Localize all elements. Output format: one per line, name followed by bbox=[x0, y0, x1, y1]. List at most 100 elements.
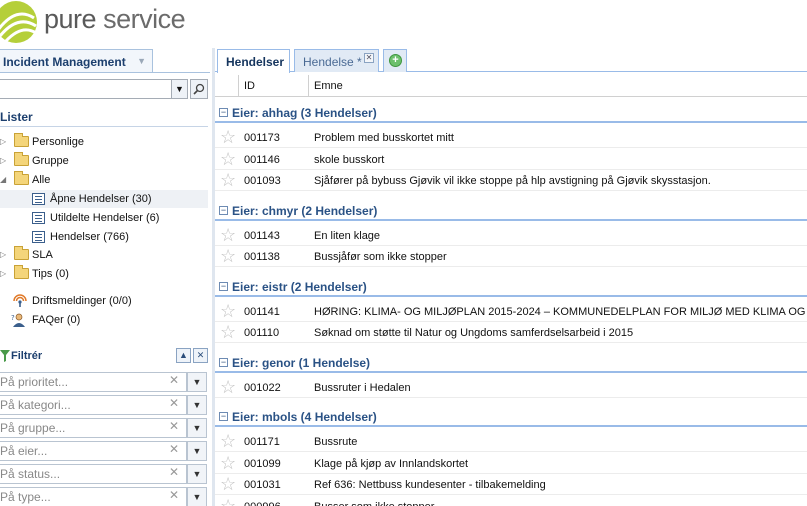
chevron-down-icon[interactable]: ▼ bbox=[187, 441, 207, 461]
chevron-down-icon[interactable]: ▼ bbox=[187, 372, 207, 392]
search-icon[interactable] bbox=[190, 79, 208, 99]
chevron-down-icon[interactable]: ▼ bbox=[187, 418, 207, 438]
star-icon[interactable]: ☆ bbox=[220, 378, 236, 396]
chevron-down-icon[interactable]: ▼ bbox=[172, 79, 188, 99]
clear-icon[interactable]: ✕ bbox=[169, 373, 179, 387]
filter-status[interactable]: På status... ✕ ▼ bbox=[0, 464, 207, 484]
row-subject: Klage på kjøp av Innlandskortet bbox=[314, 457, 469, 470]
group-header[interactable]: − Eier: eistr (2 Hendelser) bbox=[215, 277, 807, 297]
close-icon[interactable]: ✕ bbox=[193, 348, 208, 363]
collapse-group-icon[interactable]: − bbox=[219, 108, 228, 117]
star-icon[interactable]: ☆ bbox=[220, 475, 236, 493]
collapse-icon[interactable]: ◢ bbox=[0, 175, 6, 184]
collapse-group-icon[interactable]: − bbox=[219, 281, 228, 291]
row-id: 001138 bbox=[244, 251, 280, 263]
clear-icon[interactable]: ✕ bbox=[169, 488, 179, 502]
star-icon[interactable]: ☆ bbox=[220, 497, 236, 506]
clear-icon[interactable]: ✕ bbox=[169, 442, 179, 456]
chevron-down-icon[interactable]: ▼ bbox=[187, 464, 207, 484]
star-icon[interactable]: ☆ bbox=[220, 128, 236, 146]
tree-item-label: Åpne Hendelser (30) bbox=[50, 193, 152, 205]
list-icon bbox=[32, 231, 45, 243]
person-question-icon: ? bbox=[11, 313, 25, 327]
table-row[interactable]: ☆ 001173 Problem med busskortet mitt bbox=[215, 127, 807, 148]
tab-hendelser[interactable]: Hendelser bbox=[217, 49, 290, 73]
star-icon[interactable]: ☆ bbox=[220, 323, 236, 341]
table-row[interactable]: ☆ 001093 Sjåfører på bybuss Gjøvik vil ikk… bbox=[215, 170, 807, 191]
table-row[interactable]: ☆ 001110 Søknad om støtte til Natur og Ung… bbox=[215, 322, 807, 343]
filter-field[interactable]: På gruppe... bbox=[0, 418, 187, 438]
tree-item-alle[interactable]: ◢ Alle bbox=[0, 171, 208, 189]
expand-icon[interactable]: ▷ bbox=[0, 269, 6, 278]
add-tab-button[interactable]: + bbox=[383, 49, 407, 72]
collapse-group-icon[interactable]: − bbox=[219, 412, 228, 421]
clear-icon[interactable]: ✕ bbox=[169, 419, 179, 433]
expand-icon[interactable]: ▷ bbox=[0, 137, 6, 146]
driftsmeldinger-link[interactable]: Driftsmeldinger (0/0) bbox=[0, 292, 208, 310]
star-icon[interactable]: ☆ bbox=[220, 302, 236, 320]
table-row[interactable]: ☆ 001138 Bussjåfør som ikke stopper bbox=[215, 246, 807, 267]
search-input[interactable] bbox=[0, 79, 172, 99]
tree-item-apne-hendelser[interactable]: Åpne Hendelser (30) bbox=[0, 190, 208, 208]
star-icon[interactable]: ☆ bbox=[220, 171, 236, 189]
close-icon[interactable]: ✕ bbox=[364, 53, 374, 63]
filter-field[interactable]: På kategori... bbox=[0, 395, 187, 415]
star-icon[interactable]: ☆ bbox=[220, 247, 236, 265]
filter-prioritet[interactable]: På prioritet... ✕ ▼ bbox=[0, 372, 207, 392]
table-row[interactable]: ☆ 001141 HØRING: KLIMA- OG MILJØPLAN 2015-… bbox=[215, 301, 807, 322]
row-subject: Sjåfører på bybuss Gjøvik vil ikke stopp… bbox=[314, 175, 711, 187]
chevron-down-icon[interactable]: ▼ bbox=[187, 395, 207, 415]
expand-icon[interactable]: ▷ bbox=[0, 156, 6, 165]
tree-item-sla[interactable]: ▷ SLA bbox=[0, 246, 208, 264]
module-selector[interactable]: Incident Management ▼ bbox=[0, 49, 153, 72]
filter-gruppe[interactable]: På gruppe... ✕ ▼ bbox=[0, 418, 207, 438]
tab-hendelse-draft[interactable]: Hendelse * ✕ bbox=[294, 49, 379, 72]
table-row[interactable]: ☆ 000996 Busser som ikke stopper bbox=[215, 496, 807, 506]
tree-item-personlige[interactable]: ▷ Personlige bbox=[0, 133, 208, 151]
app-header: pure service bbox=[0, 0, 807, 46]
row-subject: skole busskort bbox=[314, 153, 385, 166]
filter-field[interactable]: På type... bbox=[0, 487, 187, 506]
table-row[interactable]: ☆ 001146 skole busskort bbox=[215, 149, 807, 170]
tab-label: Hendelse * bbox=[303, 55, 362, 69]
table-row[interactable]: ☆ 001143 En liten klage bbox=[215, 225, 807, 246]
column-id[interactable]: ID bbox=[238, 75, 308, 97]
filter-type[interactable]: På type... ✕ ▼ bbox=[0, 487, 207, 506]
star-icon[interactable]: ☆ bbox=[220, 150, 236, 168]
group-title: Eier: eistr (2 Hendelser) bbox=[232, 279, 367, 294]
clear-icon[interactable]: ✕ bbox=[169, 396, 179, 410]
tree-item-tips[interactable]: ▷ Tips (0) bbox=[0, 265, 208, 283]
collapse-up-icon[interactable]: ▲ bbox=[176, 348, 191, 363]
svg-text:?: ? bbox=[11, 314, 15, 322]
filter-field[interactable]: På status... bbox=[0, 464, 187, 484]
chevron-down-icon: ▼ bbox=[137, 56, 146, 66]
filter-field[interactable]: På prioritet... bbox=[0, 372, 187, 392]
row-id: 001099 bbox=[244, 457, 281, 470]
star-icon[interactable]: ☆ bbox=[220, 432, 236, 450]
collapse-group-icon[interactable]: − bbox=[219, 205, 228, 215]
collapse-group-icon[interactable]: − bbox=[219, 357, 228, 367]
chevron-down-icon[interactable]: ▼ bbox=[187, 487, 207, 506]
expand-icon[interactable]: ▷ bbox=[0, 250, 6, 259]
group-header[interactable]: − Eier: chmyr (2 Hendelser) bbox=[215, 201, 807, 221]
group-header[interactable]: − Eier: ahhag (3 Hendelser) bbox=[215, 103, 807, 123]
star-icon[interactable]: ☆ bbox=[220, 454, 236, 472]
table-row[interactable]: ☆ 001022 Bussruter i Hedalen bbox=[215, 377, 807, 398]
filter-eier[interactable]: På eier... ✕ ▼ bbox=[0, 441, 207, 461]
tree-item-utildelte-hendelser[interactable]: Utildelte Hendelser (6) bbox=[0, 209, 208, 227]
group-header[interactable]: − Eier: genor (1 Hendelse) bbox=[215, 353, 807, 373]
group-header[interactable]: − Eier: mbols (4 Hendelser) bbox=[215, 407, 807, 427]
row-id: 001093 bbox=[244, 175, 281, 187]
table-row[interactable]: ☆ 001099 Klage på kjøp av Innlandskortet bbox=[215, 453, 807, 474]
divider bbox=[0, 126, 208, 127]
star-icon[interactable]: ☆ bbox=[220, 226, 236, 244]
faqer-link[interactable]: ? FAQer (0) bbox=[0, 311, 208, 329]
tree-item-gruppe[interactable]: ▷ Gruppe bbox=[0, 152, 208, 170]
filter-field[interactable]: På eier... bbox=[0, 441, 187, 461]
table-row[interactable]: ☆ 001171 Bussrute bbox=[215, 431, 807, 452]
table-row[interactable]: ☆ 001031 Ref 636: Nettbuss kundesenter - t… bbox=[215, 474, 807, 495]
column-subject[interactable]: Emne bbox=[308, 75, 807, 97]
clear-icon[interactable]: ✕ bbox=[169, 465, 179, 479]
tree-item-hendelser[interactable]: Hendelser (766) bbox=[0, 228, 208, 246]
filter-kategori[interactable]: På kategori... ✕ ▼ bbox=[0, 395, 207, 415]
